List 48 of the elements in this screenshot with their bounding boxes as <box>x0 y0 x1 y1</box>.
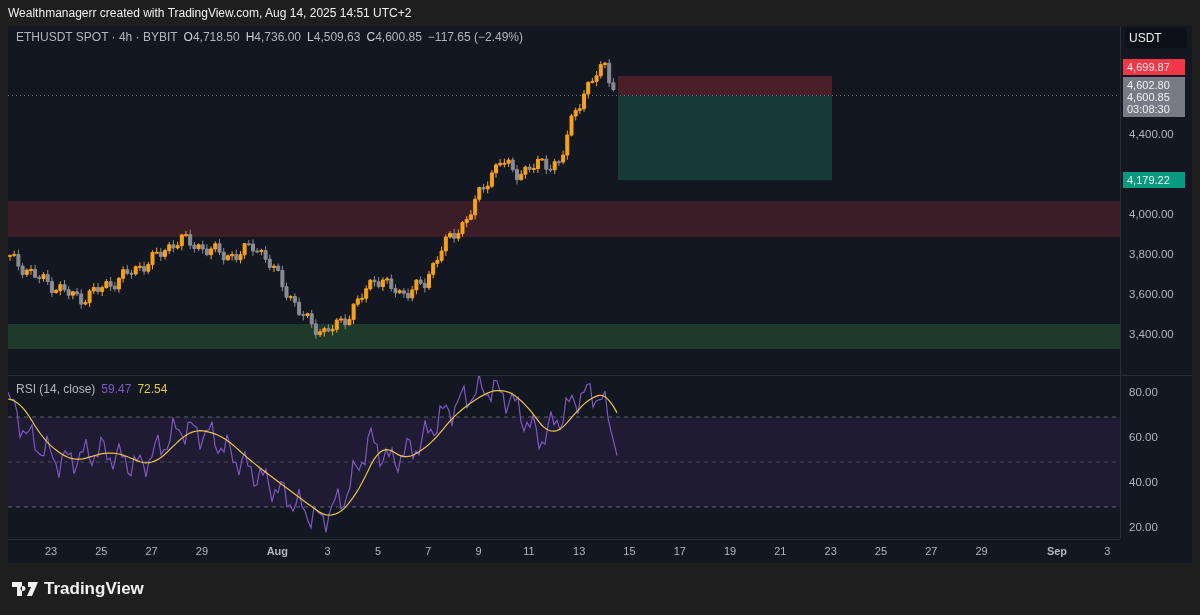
date-tick: 23 <box>44 545 58 557</box>
date-tick: 25 <box>95 545 108 557</box>
rsi-title: RSI (14, close) <box>16 382 96 396</box>
price-tick: 4,000.00 <box>1129 208 1174 220</box>
ohlc-value: O4,718.50 <box>183 30 240 44</box>
ohlc-value: H4,736.00 <box>245 30 302 44</box>
date-tick: Sep <box>1046 545 1068 557</box>
date-tick: 27 <box>925 545 938 557</box>
price-tick: 3,400.00 <box>1129 328 1174 340</box>
date-tick: 17 <box>673 545 686 557</box>
date-tick: 9 <box>475 545 482 557</box>
price-change: −117.65 (−2.49%) <box>427 30 524 44</box>
rsi-value: 59.47 <box>101 382 132 396</box>
logo-icon <box>12 582 38 596</box>
date-tick: 7 <box>425 545 432 557</box>
date-tick: 21 <box>774 545 787 557</box>
price-badge: 4,179.22 <box>1123 172 1185 188</box>
date-tick: 15 <box>623 545 636 557</box>
price-tick: 4,400.00 <box>1129 128 1174 140</box>
symbol-title: ETHUSDT SPOT · 4h · BYBIT <box>16 30 178 44</box>
currency-button[interactable]: USDT <box>1125 28 1187 48</box>
date-tick: 23 <box>824 545 837 557</box>
ohlc-value: L4,509.63 <box>307 30 361 44</box>
rsi-tick: 60.00 <box>1129 431 1158 443</box>
credit-text: Wealthmanagerr created with TradingView.com, Aug 14, 2025 14:51 UTC+2 <box>7 5 413 22</box>
rsi-tick: 40.00 <box>1129 476 1158 488</box>
brand-name: TradingView <box>44 579 144 599</box>
date-tick: 27 <box>145 545 158 557</box>
date-tick: 19 <box>723 545 737 557</box>
rsi-tick: 20.00 <box>1129 521 1158 533</box>
date-tick: 25 <box>874 545 888 557</box>
date-tick: 29 <box>195 545 208 557</box>
take-profit-area[interactable] <box>618 95 832 181</box>
date-tick: 5 <box>374 545 381 557</box>
price-tick: 3,600.00 <box>1129 288 1174 300</box>
price-badge: 4,602.80 4,600.85 03:08:30 <box>1123 77 1185 117</box>
price-tick: 3,800.00 <box>1129 248 1174 260</box>
date-tick: 11 <box>523 545 535 557</box>
rsi-tick: 80.00 <box>1129 386 1158 398</box>
date-tick: Aug <box>266 545 289 557</box>
date-tick: 29 <box>975 545 988 557</box>
stop-loss-area[interactable] <box>618 76 832 96</box>
price-badge: 4,699.87 <box>1123 59 1185 75</box>
date-tick: 3 <box>324 545 331 557</box>
date-tick: 13 <box>573 545 586 557</box>
ohlc-value: C4,600.85 <box>366 30 422 44</box>
date-tick: 3 <box>1104 545 1111 557</box>
rsi-value: 72.54 <box>137 382 168 396</box>
